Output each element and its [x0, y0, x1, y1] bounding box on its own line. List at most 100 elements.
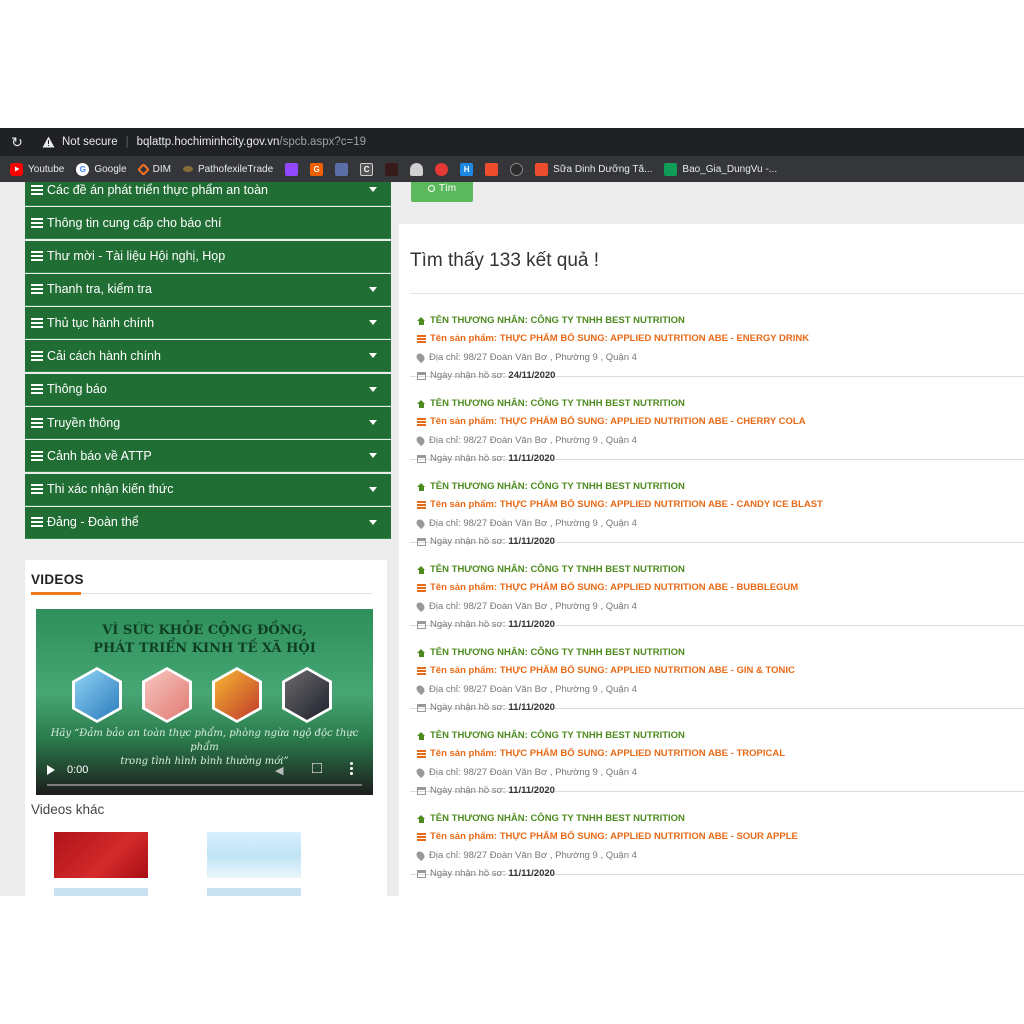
- sidebar-item[interactable]: Cải cách hành chính: [25, 340, 391, 373]
- map-marker-icon: [414, 766, 427, 779]
- caret-down-icon[interactable]: [369, 353, 377, 359]
- list-icon: [31, 217, 43, 228]
- sidebar-item-label: Thông báo: [47, 382, 107, 397]
- caret-down-icon[interactable]: [369, 420, 377, 426]
- bookmark-poe[interactable]: PathofexileTrade: [182, 164, 273, 175]
- product-line[interactable]: Tên sản phẩm: THỰC PHẨM BỔ SUNG: APPLIED…: [417, 499, 823, 510]
- url-path[interactable]: /spcb.aspx?c=19: [279, 136, 366, 148]
- shopee-icon: [535, 162, 549, 176]
- lifesaver-icon[interactable]: [435, 162, 449, 176]
- caret-down-icon[interactable]: [369, 386, 377, 392]
- address-line: Địa chỉ: 98/27 Đoàn Văn Bơ , Phường 9 , …: [414, 683, 637, 696]
- caret-down-icon[interactable]: [369, 453, 377, 459]
- twitch-icon[interactable]: [285, 162, 299, 176]
- product-line[interactable]: Tên sản phẩm: THỰC PHẨM BỔ SUNG: APPLIED…: [417, 748, 785, 759]
- trader-line[interactable]: TÊN THƯƠNG NHÂN: CÔNG TY TNHH BEST NUTRI…: [417, 647, 685, 658]
- sidebar-item[interactable]: Thủ tục hành chính: [25, 307, 391, 340]
- red-square-icon[interactable]: [385, 162, 399, 176]
- bookmark-youtube[interactable]: Youtube: [10, 162, 64, 176]
- sidebar-item-label: Đảng - Đoàn thể: [47, 515, 139, 530]
- trader-line[interactable]: TÊN THƯƠNG NHÂN: CÔNG TY TNHH BEST NUTRI…: [417, 481, 685, 492]
- sidebar-item[interactable]: Cảnh báo về ATTP: [25, 440, 391, 473]
- helmet-icon[interactable]: [410, 162, 424, 176]
- trader-line[interactable]: TÊN THƯƠNG NHÂN: CÔNG TY TNHH BEST NUTRI…: [417, 564, 685, 575]
- home-icon: [417, 731, 426, 740]
- product-prefix: Tên sản phẩm:: [430, 416, 498, 427]
- video-thumbnail[interactable]: [207, 888, 301, 896]
- fullscreen-icon[interactable]: [312, 763, 322, 773]
- sidebar-item[interactable]: Thông báo: [25, 373, 391, 406]
- reload-icon[interactable]: ↻: [0, 134, 34, 151]
- caret-down-icon[interactable]: [369, 519, 377, 525]
- sidebar-item[interactable]: Các đề án phát triển thực phẩm an toàn: [25, 182, 391, 206]
- sidebar-item-label: Thanh tra, kiểm tra: [47, 282, 152, 297]
- product-line[interactable]: Tên sản phẩm: THỰC PHẨM BỔ SUNG: APPLIED…: [417, 665, 795, 676]
- list-icon: [31, 350, 43, 361]
- url-host[interactable]: bqlattp.hochiminhcity.gov.vn: [137, 136, 280, 148]
- address-prefix: Địa chỉ:: [429, 684, 461, 695]
- product-name: THỰC PHẨM BỔ SUNG: APPLIED NUTRITION ABE…: [499, 748, 785, 759]
- sidebar-item[interactable]: Thanh tra, kiểm tra: [25, 273, 391, 306]
- result-item: TÊN THƯƠNG NHÂN: CÔNG TY TNHH BEST NUTRI…: [410, 460, 1024, 547]
- result-item: TÊN THƯƠNG NHÂN: CÔNG TY TNHH BEST NUTRI…: [410, 709, 1024, 796]
- list-icon: [31, 484, 43, 495]
- bookmark-dim[interactable]: DIM: [136, 162, 171, 176]
- g2a-icon[interactable]: G: [310, 162, 324, 176]
- bookmark-google[interactable]: G Google: [76, 162, 127, 176]
- sidebar-item[interactable]: Thi xác nhận kiến thức: [25, 473, 391, 506]
- caret-down-icon[interactable]: [369, 486, 377, 492]
- address-value: 98/27 Đoàn Văn Bơ , Phường 9 , Quận 4: [463, 684, 637, 695]
- trader-line[interactable]: TÊN THƯƠNG NHÂN: CÔNG TY TNHH BEST NUTRI…: [417, 813, 685, 824]
- product-line[interactable]: Tên sản phẩm: THỰC PHẨM BỔ SUNG: APPLIED…: [417, 333, 809, 344]
- product-line[interactable]: Tên sản phẩm: THỰC PHẨM BỔ SUNG: APPLIED…: [417, 582, 798, 593]
- product-line[interactable]: Tên sản phẩm: THỰC PHẨM BỔ SUNG: APPLIED…: [417, 416, 806, 427]
- sidebar-item-label: Truyền thông: [47, 415, 121, 430]
- h-icon[interactable]: H: [460, 162, 474, 176]
- sidebar-item[interactable]: Truyền thông: [25, 407, 391, 440]
- search-button[interactable]: Tìm: [411, 182, 473, 202]
- video-heading-2: PHÁT TRIỂN KINH TẾ XÃ HỘI: [93, 641, 316, 656]
- steam-db-icon[interactable]: [335, 162, 349, 176]
- trader-name: CÔNG TY TNHH BEST NUTRITION: [530, 564, 685, 575]
- caret-down-icon[interactable]: [369, 187, 377, 192]
- trader-name: CÔNG TY TNHH BEST NUTRITION: [530, 481, 685, 492]
- youtube-icon: [10, 162, 23, 176]
- address-line: Địa chỉ: 98/27 Đoàn Văn Bơ , Phường 9 , …: [414, 849, 637, 862]
- map-marker-icon: [414, 434, 427, 447]
- list-icon: [417, 832, 426, 841]
- product-prefix: Tên sản phẩm:: [430, 333, 498, 344]
- dim-icon: [136, 162, 150, 176]
- bag-icon[interactable]: [485, 162, 499, 176]
- volume-icon[interactable]: ◀: [275, 764, 283, 777]
- sidebar-item[interactable]: Đảng - Đoàn thể: [25, 506, 391, 539]
- trader-line[interactable]: TÊN THƯƠNG NHÂN: CÔNG TY TNHH BEST NUTRI…: [417, 730, 685, 741]
- not-secure-label[interactable]: Not secure: [62, 136, 118, 148]
- video-thumbnail[interactable]: [54, 832, 148, 878]
- product-prefix: Tên sản phẩm:: [430, 665, 498, 676]
- github-icon[interactable]: [510, 162, 524, 176]
- sidebar-item[interactable]: Thư mời - Tài liệu Hội nghị, Họp: [25, 240, 391, 273]
- video-thumbnail[interactable]: [54, 888, 148, 896]
- bookmark-shopee[interactable]: Sữa Dinh Dưỡng Tă...: [535, 162, 652, 176]
- list-icon: [417, 500, 426, 509]
- address-line: Địa chỉ: 98/27 Đoàn Văn Bơ , Phường 9 , …: [414, 351, 637, 364]
- address-bar[interactable]: ↻ Not secure | bqlattp.hochiminhcity.gov…: [0, 128, 1024, 156]
- poe-icon: [182, 166, 193, 172]
- product-line[interactable]: Tên sản phẩm: THỰC PHẨM BỔ SUNG: APPLIED…: [417, 831, 798, 842]
- caret-down-icon[interactable]: [369, 286, 377, 292]
- play-icon[interactable]: [47, 765, 55, 775]
- address-line: Địa chỉ: 98/27 Đoàn Văn Bơ , Phường 9 , …: [414, 434, 637, 447]
- trader-line[interactable]: TÊN THƯƠNG NHÂN: CÔNG TY TNHH BEST NUTRI…: [417, 315, 685, 326]
- video-thumbnail[interactable]: [207, 832, 301, 878]
- more-options-icon[interactable]: [350, 762, 353, 776]
- video-progress-bar[interactable]: [47, 784, 362, 786]
- sidebar-item[interactable]: Thông tin cung cấp cho báo chí: [25, 207, 391, 240]
- bookmark-sheets[interactable]: Bao_Gia_DungVu -...: [664, 162, 777, 176]
- title-accent: [31, 592, 81, 595]
- trader-line[interactable]: TÊN THƯƠNG NHÂN: CÔNG TY TNHH BEST NUTRI…: [417, 398, 685, 409]
- frame-icon[interactable]: C: [360, 162, 374, 176]
- product-name: THỰC PHẨM BỔ SUNG: APPLIED NUTRITION ABE…: [499, 665, 795, 676]
- caret-down-icon[interactable]: [369, 320, 377, 326]
- warning-icon[interactable]: [40, 135, 56, 149]
- video-player[interactable]: VÌ SỨC KHỎE CỘNG ĐỒNG, PHÁT TRIỂN KINH T…: [36, 609, 373, 795]
